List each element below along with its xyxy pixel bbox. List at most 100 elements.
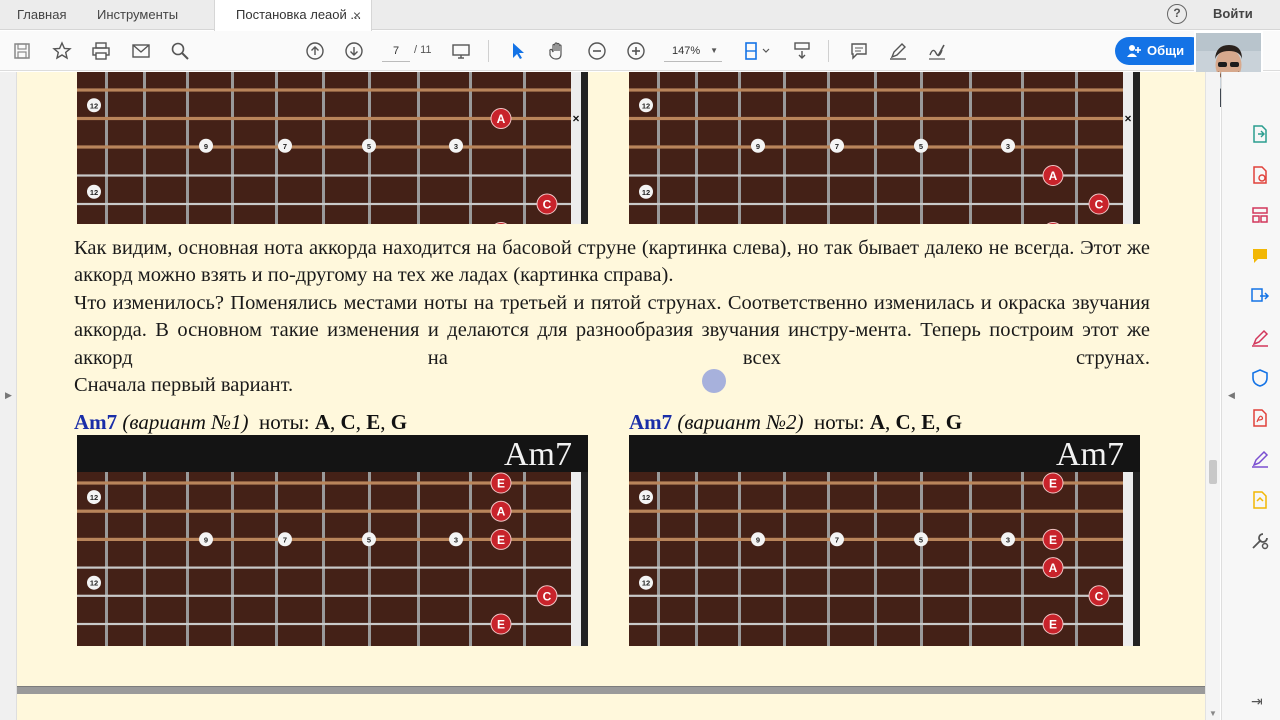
nut bbox=[571, 472, 581, 646]
fret bbox=[417, 472, 420, 646]
hand-tool-icon[interactable] bbox=[545, 39, 569, 63]
left-panel-collapsed[interactable]: ▶ bbox=[0, 72, 17, 720]
fret bbox=[469, 472, 472, 646]
expand-left-panel-icon[interactable]: ▶ bbox=[5, 390, 12, 401]
chord-heading-2: Am7 (вариант №2) ноты: A, C, E, G bbox=[629, 410, 963, 434]
share-button[interactable]: Общи bbox=[1115, 37, 1205, 65]
string bbox=[77, 145, 571, 149]
protect-shield-icon[interactable] bbox=[1248, 366, 1272, 390]
vertical-scrollbar[interactable]: ▼ bbox=[1205, 72, 1220, 720]
string bbox=[629, 594, 1123, 597]
toolbar: / 11 147% ▼ Общи bbox=[0, 31, 1280, 71]
tab-document[interactable]: Постановка леаой ... × bbox=[214, 0, 372, 31]
fret bbox=[920, 472, 923, 646]
more-tools-icon[interactable] bbox=[1248, 529, 1272, 553]
inlay-number: 7 bbox=[835, 142, 839, 151]
inlay-number: 5 bbox=[367, 535, 371, 544]
signin-button[interactable]: Войти bbox=[1213, 0, 1253, 30]
scroll-mode-icon[interactable] bbox=[790, 39, 814, 63]
string bbox=[629, 202, 1123, 206]
page-fit-icon[interactable] bbox=[741, 39, 773, 63]
scroll-down-icon[interactable]: ▼ bbox=[1209, 709, 1217, 718]
fret bbox=[186, 472, 189, 646]
tools-rail: ◀ ⇥ bbox=[1221, 72, 1280, 720]
close-tab-icon[interactable]: × bbox=[353, 0, 361, 30]
page-separator bbox=[17, 686, 1205, 694]
note-label: C bbox=[1095, 589, 1104, 603]
zoom-out-icon[interactable] bbox=[585, 39, 609, 63]
save-icon[interactable] bbox=[10, 39, 34, 63]
print-icon[interactable] bbox=[89, 39, 113, 63]
fret bbox=[275, 472, 278, 646]
comment-tool-icon[interactable] bbox=[1248, 244, 1272, 268]
comment-icon[interactable] bbox=[847, 39, 871, 63]
page-total: / 11 bbox=[414, 44, 432, 56]
edit-pdf-icon[interactable] bbox=[1248, 326, 1272, 350]
fret bbox=[523, 472, 526, 646]
zoom-in-icon[interactable] bbox=[624, 39, 648, 63]
separator bbox=[828, 40, 829, 62]
notes-label: ноты: bbox=[259, 410, 310, 434]
inlay-number: 7 bbox=[283, 142, 287, 151]
inlay-number: 3 bbox=[1006, 142, 1010, 151]
string bbox=[77, 202, 571, 206]
tab-tools[interactable]: Инструменты bbox=[97, 0, 178, 30]
note-label: E bbox=[1049, 533, 1057, 547]
note-label: E bbox=[1049, 477, 1057, 491]
select-cursor-icon[interactable] bbox=[506, 39, 530, 63]
send-file-icon[interactable] bbox=[1248, 488, 1272, 512]
presentation-icon[interactable] bbox=[449, 39, 473, 63]
nut bbox=[571, 72, 581, 224]
help-icon[interactable]: ? bbox=[1167, 4, 1187, 24]
chord-title: Am7 bbox=[1056, 436, 1124, 473]
document-page: 12975312×ACE 12975312×ACE Как видим, осн… bbox=[17, 72, 1205, 720]
note-label: C bbox=[1095, 198, 1104, 212]
scrollbar-thumb[interactable] bbox=[1209, 460, 1217, 484]
mute-mark: × bbox=[1124, 112, 1131, 126]
inlay-number: 9 bbox=[756, 142, 760, 151]
page-number-input[interactable] bbox=[382, 40, 410, 62]
nut bbox=[1123, 72, 1133, 224]
convert-icon[interactable] bbox=[1248, 284, 1272, 308]
highlight-pen-icon[interactable] bbox=[886, 39, 910, 63]
fret bbox=[368, 472, 371, 646]
string bbox=[629, 88, 1123, 92]
fretboard-bottom-left: Am7 12 9 7 5 3 12 E A E C E bbox=[77, 435, 588, 646]
inlay-number: 12 bbox=[90, 188, 98, 197]
page-up-icon[interactable] bbox=[303, 39, 327, 63]
page-down-icon[interactable] bbox=[342, 39, 366, 63]
collapse-tools-icon[interactable]: ⇥ bbox=[1251, 693, 1263, 710]
fill-sign-icon[interactable] bbox=[1248, 447, 1272, 471]
inlay-number: 9 bbox=[204, 142, 208, 151]
note: G bbox=[390, 410, 408, 434]
export-pdf-icon[interactable] bbox=[1248, 122, 1272, 146]
string bbox=[629, 116, 1123, 121]
collapse-right-panel-icon[interactable]: ◀ bbox=[1228, 390, 1235, 401]
chord-name: Am7 bbox=[74, 410, 118, 434]
zoom-select[interactable]: 147% ▼ bbox=[664, 40, 722, 62]
fret bbox=[105, 472, 108, 646]
create-pdf-icon[interactable] bbox=[1248, 163, 1272, 187]
sign-icon[interactable] bbox=[925, 39, 949, 63]
chord-variant: (вариант №2) bbox=[677, 410, 804, 434]
mute-mark: × bbox=[572, 112, 579, 126]
bookmark-star-icon[interactable] bbox=[50, 39, 74, 63]
search-icon[interactable] bbox=[168, 39, 192, 63]
note: A bbox=[869, 410, 886, 434]
email-icon[interactable] bbox=[129, 39, 153, 63]
note-label: C bbox=[543, 589, 552, 603]
note-label: E bbox=[497, 477, 505, 491]
chevron-down-icon: ▼ bbox=[710, 46, 718, 55]
tab-home[interactable]: Главная bbox=[17, 0, 66, 30]
chord-variant: (вариант №1) bbox=[122, 410, 249, 434]
inlay-number: 12 bbox=[642, 579, 650, 588]
inlay-number: 12 bbox=[642, 188, 650, 197]
inlay-number: 12 bbox=[90, 101, 98, 110]
note: C bbox=[340, 410, 356, 434]
fretboard-top-right: 12975312×ACE bbox=[629, 72, 1140, 224]
organize-pages-icon[interactable] bbox=[1248, 203, 1272, 227]
inlay-number: 9 bbox=[756, 535, 760, 544]
mouse-cursor-highlight bbox=[702, 369, 726, 393]
fret bbox=[827, 472, 830, 646]
pdf-document-icon[interactable] bbox=[1248, 406, 1272, 430]
